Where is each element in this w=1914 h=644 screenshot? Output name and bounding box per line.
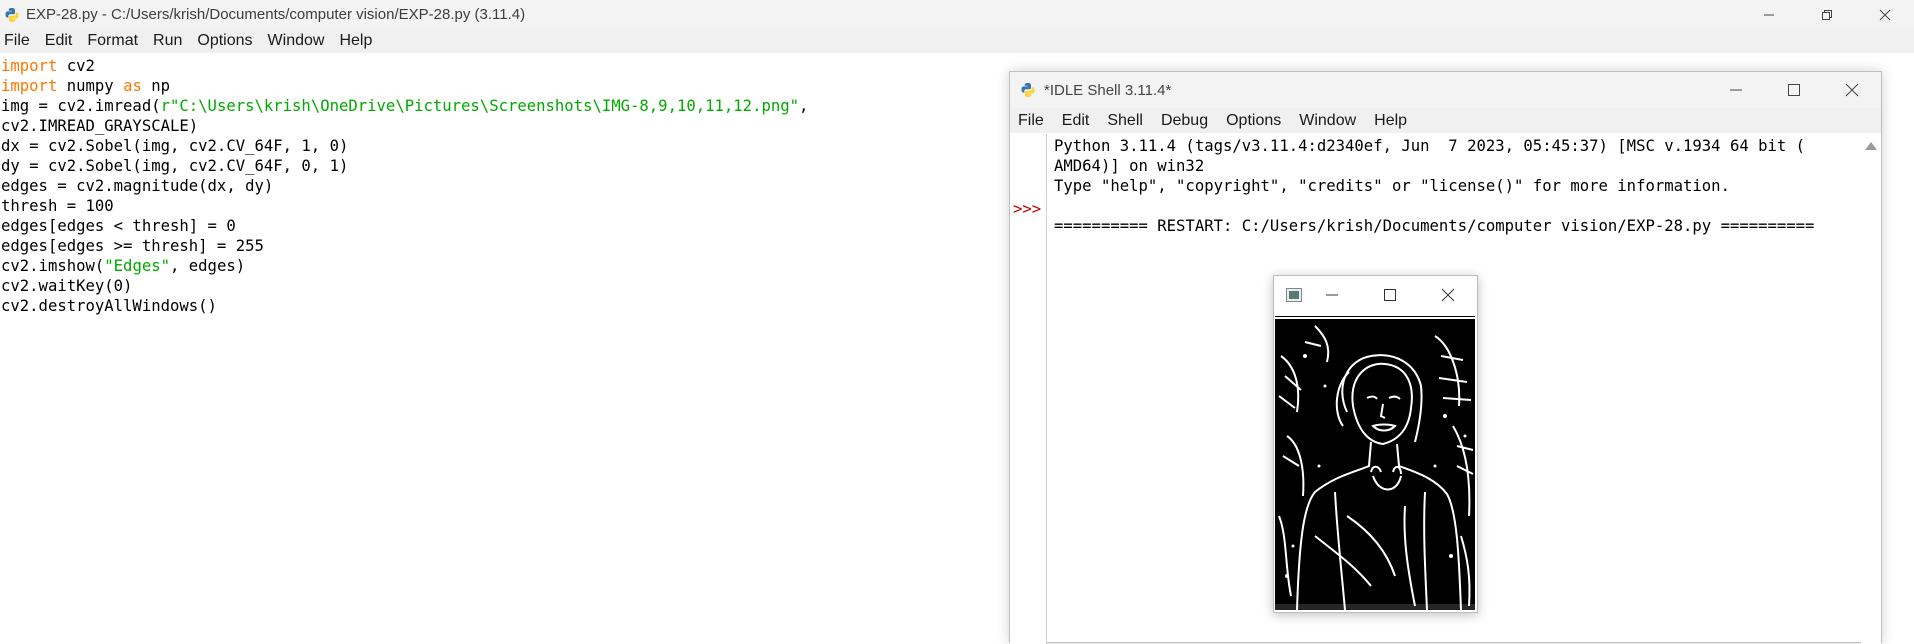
close-icon [1441,288,1455,302]
shell-menu-edit[interactable]: Edit [1054,112,1100,130]
editor-titlebar: EXP-28.py - C:/Users/krish/Documents/com… [0,0,1914,29]
code-token: cv2 [57,57,95,75]
image-window-icon [1286,288,1302,302]
code-token: edges[edges < thresh] = 0 [1,217,236,235]
minimize-icon [1326,294,1338,296]
shell-menu-debug[interactable]: Debug [1153,112,1218,130]
code-line[interactable]: img = cv2.imread(r"C:\Users\krish\OneDri… [1,96,1001,116]
code-line[interactable]: thresh = 100 [1,196,1001,216]
code-token: dx = cv2.Sobel(img, cv2.CV_64F, 1, 0) [1,137,349,155]
shell-close-button[interactable] [1823,72,1881,108]
minimize-button[interactable] [1740,0,1798,29]
close-icon [1845,83,1859,97]
editor-title: EXP-28.py - C:/Users/krish/Documents/com… [26,6,526,23]
shell-prompt: >>> [1013,200,1042,218]
code-token: edges = cv2.magnitude(dx, dy) [1,177,274,195]
code-line[interactable]: cv2.IMREAD_GRAYSCALE) [1,116,1001,136]
shell-maximize-button[interactable] [1765,72,1823,108]
shell-menu-shell[interactable]: Shell [1099,112,1153,130]
code-token: img = cv2.imread( [1,97,161,115]
shell-minimize-button[interactable] [1707,72,1765,108]
shell-menubar: File Edit Shell Debug Options Window Hel… [1010,108,1881,133]
editor-menubar: File Edit Format Run Options Window Help [0,29,1914,53]
image-minimize-button[interactable] [1303,276,1361,314]
code-line[interactable]: cv2.destroyAllWindows() [1,296,1001,316]
code-line[interactable]: import numpy as np [1,76,1001,96]
code-token: cv2.destroyAllWindows() [1,297,217,315]
shell-output[interactable]: Python 3.11.4 (tags/v3.11.4:d2340ef, Jun… [1054,136,1859,236]
code-token: , edges) [170,257,246,275]
code-token: import [1,57,58,75]
code-line[interactable]: cv2.waitKey(0) [1,276,1001,296]
minimize-icon [1764,14,1774,15]
code-line[interactable]: edges[edges < thresh] = 0 [1,216,1001,236]
code-token: numpy [57,77,124,95]
code-line[interactable]: edges = cv2.magnitude(dx, dy) [1,176,1001,196]
close-button[interactable] [1856,0,1914,29]
python-icon [1021,83,1035,97]
code-editor[interactable]: import cv2 import numpy as np img = cv2.im… [1,56,1001,316]
shell-menu-options[interactable]: Options [1218,112,1291,130]
code-token: import [1,77,58,95]
image-maximize-button[interactable] [1361,276,1419,314]
restore-button[interactable] [1798,0,1856,29]
edges-image-window [1273,275,1478,613]
minimize-icon [1730,89,1742,91]
code-token: r"C:\Users\krish\OneDrive\Pictures\Scree… [160,97,800,115]
image-close-button[interactable] [1419,276,1477,314]
code-token: cv2.imshow( [1,257,105,275]
code-token: cv2.waitKey(0) [1,277,133,295]
menu-format[interactable]: Format [81,32,147,50]
code-token: thresh = 100 [1,197,114,215]
close-icon [1879,9,1891,20]
menu-options[interactable]: Options [191,32,261,50]
restore-icon [1822,9,1832,20]
maximize-icon [1384,289,1396,301]
code-line[interactable]: import cv2 [1,56,1001,76]
code-line[interactable]: cv2.imshow("Edges", edges) [1,256,1001,276]
menu-run[interactable]: Run [147,32,191,50]
code-token: edges[edges >= thresh] = 255 [1,237,264,255]
python-icon [5,7,19,22]
edges-image [1275,316,1475,610]
menu-edit[interactable]: Edit [39,32,82,50]
code-token: dy = cv2.Sobel(img, cv2.CV_64F, 0, 1) [1,157,349,175]
code-token: np [141,77,171,95]
shell-titlebar: *IDLE Shell 3.11.4* [1010,72,1881,108]
code-token: cv2.IMREAD_GRAYSCALE) [1,117,199,135]
menu-window[interactable]: Window [262,32,334,50]
code-token: "Edges" [104,257,170,275]
code-line[interactable]: edges[edges >= thresh] = 255 [1,236,1001,256]
code-token: , [799,97,809,115]
code-line[interactable]: dx = cv2.Sobel(img, cv2.CV_64F, 1, 0) [1,136,1001,156]
image-window-titlebar [1274,276,1477,314]
shell-menu-file[interactable]: File [1010,112,1054,130]
menu-file[interactable]: File [0,32,39,50]
maximize-icon [1788,84,1800,96]
code-token: as [123,77,142,95]
shell-menu-help[interactable]: Help [1366,112,1417,130]
shell-title: *IDLE Shell 3.11.4* [1044,81,1172,99]
menu-help[interactable]: Help [333,32,381,50]
shell-menu-window[interactable]: Window [1291,112,1366,130]
shell-scrollbar[interactable] [1861,134,1881,644]
scroll-up-arrow-icon[interactable] [1865,142,1877,150]
code-line[interactable]: dy = cv2.Sobel(img, cv2.CV_64F, 0, 1) [1,156,1001,176]
